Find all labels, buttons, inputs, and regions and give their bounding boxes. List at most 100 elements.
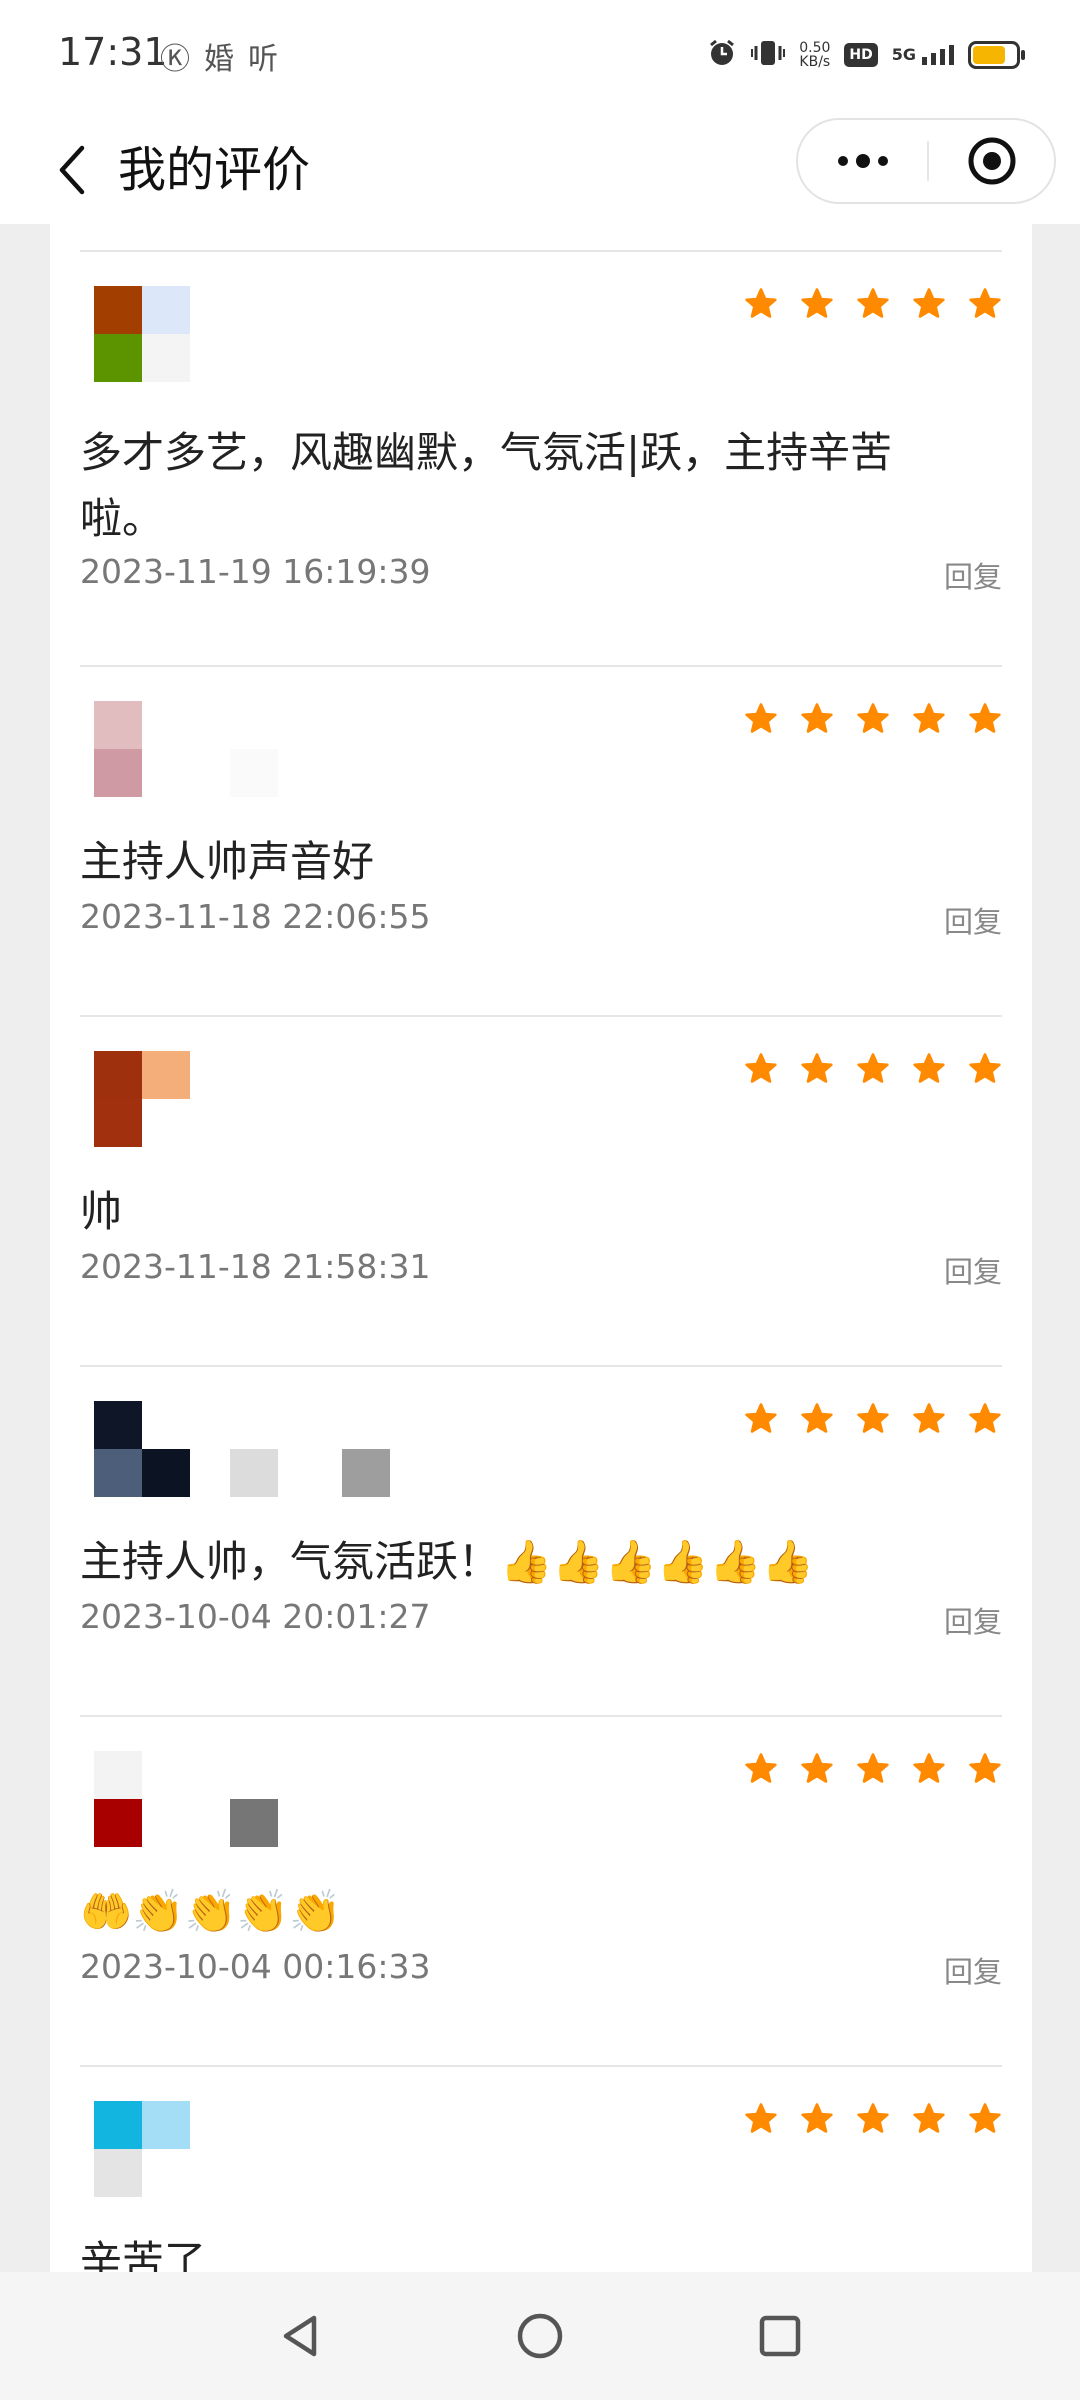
network-speed-value: 0.50 [799,40,831,56]
avatar[interactable] [94,1751,190,1847]
target-close-icon [968,137,1015,185]
star-icon [857,2103,889,2133]
review-text: 辛苦了 [80,2237,207,2272]
review-text: 帅 [80,1187,123,1236]
avatar-pixel [142,286,190,334]
review-date: 2023-11-18 21:58:31 [80,1247,431,1286]
star-icon [913,288,945,318]
star-rating [744,286,1002,320]
avatar-pixel [142,749,190,797]
review-list: 多才多艺，风趣幽默，气氛活|跃，主持辛苦啦。 2023-11-19 16:19:3… [50,224,1032,2272]
vibrate-icon [751,38,786,72]
star-icon [969,1753,1001,1783]
star-icon [745,1403,777,1433]
star-rating [744,1401,1002,1435]
square-recents-icon [759,2315,801,2357]
avatar-pixel [94,1051,142,1099]
network-speed: 0.50 KB/s [799,41,830,69]
star-rating [744,701,1002,735]
star-icon [857,1753,889,1783]
avatar[interactable] [94,286,190,382]
more-button[interactable] [798,120,927,202]
review-text: 主持人帅声音好 [80,837,375,886]
star-icon [857,288,889,318]
avatar-pixel [94,1401,142,1449]
avatar[interactable] [94,1401,190,1497]
review-item: 辛苦了 [80,2065,1002,2272]
star-icon [857,1053,889,1083]
avatar-pixel [142,2149,190,2197]
review-text: 主持人帅，气氛活跃！👍👍👍👍👍👍 [80,1537,814,1586]
avatar-pixel [94,1449,142,1497]
star-icon [745,1053,777,1083]
avatar-pixel [94,1799,142,1847]
circle-home-icon [517,2313,563,2359]
more-dots-icon [837,154,888,168]
triangle-back-icon [283,2315,317,2357]
star-icon [969,1403,1001,1433]
marriage-icon: 婚 [204,42,234,77]
battery-level [973,46,1005,64]
avatar-pixel [142,334,190,382]
reply-button[interactable]: 回复 [944,1249,1002,1291]
star-rating [744,1751,1002,1785]
avatar-pixel [94,1099,142,1147]
review-date: 2023-10-04 20:01:27 [80,1597,431,1636]
avatar-pixel [94,286,142,334]
review-text: 🤲👏👏👏👏 [80,1887,342,1936]
star-icon [969,288,1001,318]
network-speed-unit: KB/s [799,54,831,70]
mini-program-capsule [796,118,1056,204]
system-recents-button[interactable] [750,2306,810,2366]
star-rating [744,1051,1002,1085]
status-time: 17:31 [58,30,168,74]
reply-button[interactable]: 回复 [944,554,1002,596]
alarm-icon [707,38,737,72]
avatar-pixel [142,1099,190,1147]
star-icon [801,2103,833,2133]
reply-button[interactable]: 回复 [944,899,1002,941]
status-bar: 17:31 Ⓚ 婚 听 0.50 KB/s HD 5G [0,0,1080,116]
star-icon [857,1403,889,1433]
star-icon [801,288,833,318]
star-icon [801,1753,833,1783]
reply-button[interactable]: 回复 [944,1599,1002,1641]
star-icon [801,1053,833,1083]
avatar-pixel [94,334,142,382]
avatar-pixel [94,2149,142,2197]
star-icon [801,1403,833,1433]
listen-icon: 听 [248,42,278,77]
hd-badge: HD [844,43,878,67]
avatar-pixel [142,1449,190,1497]
close-mini-program-button[interactable] [929,120,1054,202]
system-back-button[interactable] [270,2306,330,2366]
star-icon [745,1753,777,1783]
review-text: 多才多艺，风趣幽默，气氛活|跃，主持辛苦啦。 [80,428,893,543]
avatar[interactable] [94,1051,190,1147]
review-item: 多才多艺，风趣幽默，气氛活|跃，主持辛苦啦。 2023-11-19 16:19:3… [80,250,1002,600]
page-title: 我的评价 [118,142,311,198]
system-home-button[interactable] [510,2306,570,2366]
review-item: 帅 2023-11-18 21:58:31 回复 [80,1015,1002,1365]
reply-button[interactable]: 回复 [944,1949,1002,1991]
star-icon [745,703,777,733]
nav-bar: 我的评价 [0,116,1080,224]
star-icon [913,1753,945,1783]
star-icon [969,703,1001,733]
star-icon [969,1053,1001,1083]
back-button[interactable] [40,138,104,202]
avatar[interactable] [94,701,190,797]
review-date: 2023-11-19 16:19:39 [80,552,431,591]
avatar-pixel [94,1751,142,1799]
review-date: 2023-11-18 22:06:55 [80,897,431,936]
star-icon [913,1053,945,1083]
star-icon [913,1403,945,1433]
review-item: 主持人帅，气氛活跃！👍👍👍👍👍👍 2023-10-04 20:01:27 回复 [80,1365,1002,1715]
username-blur [342,1401,390,1497]
battery-icon [968,41,1025,69]
avatar-pixel [94,701,142,749]
review-item: 主持人帅声音好 2023-11-18 22:06:55 回复 [80,665,1002,1015]
avatar[interactable] [94,2101,190,2197]
star-icon [801,703,833,733]
system-nav-bar [0,2272,1080,2400]
